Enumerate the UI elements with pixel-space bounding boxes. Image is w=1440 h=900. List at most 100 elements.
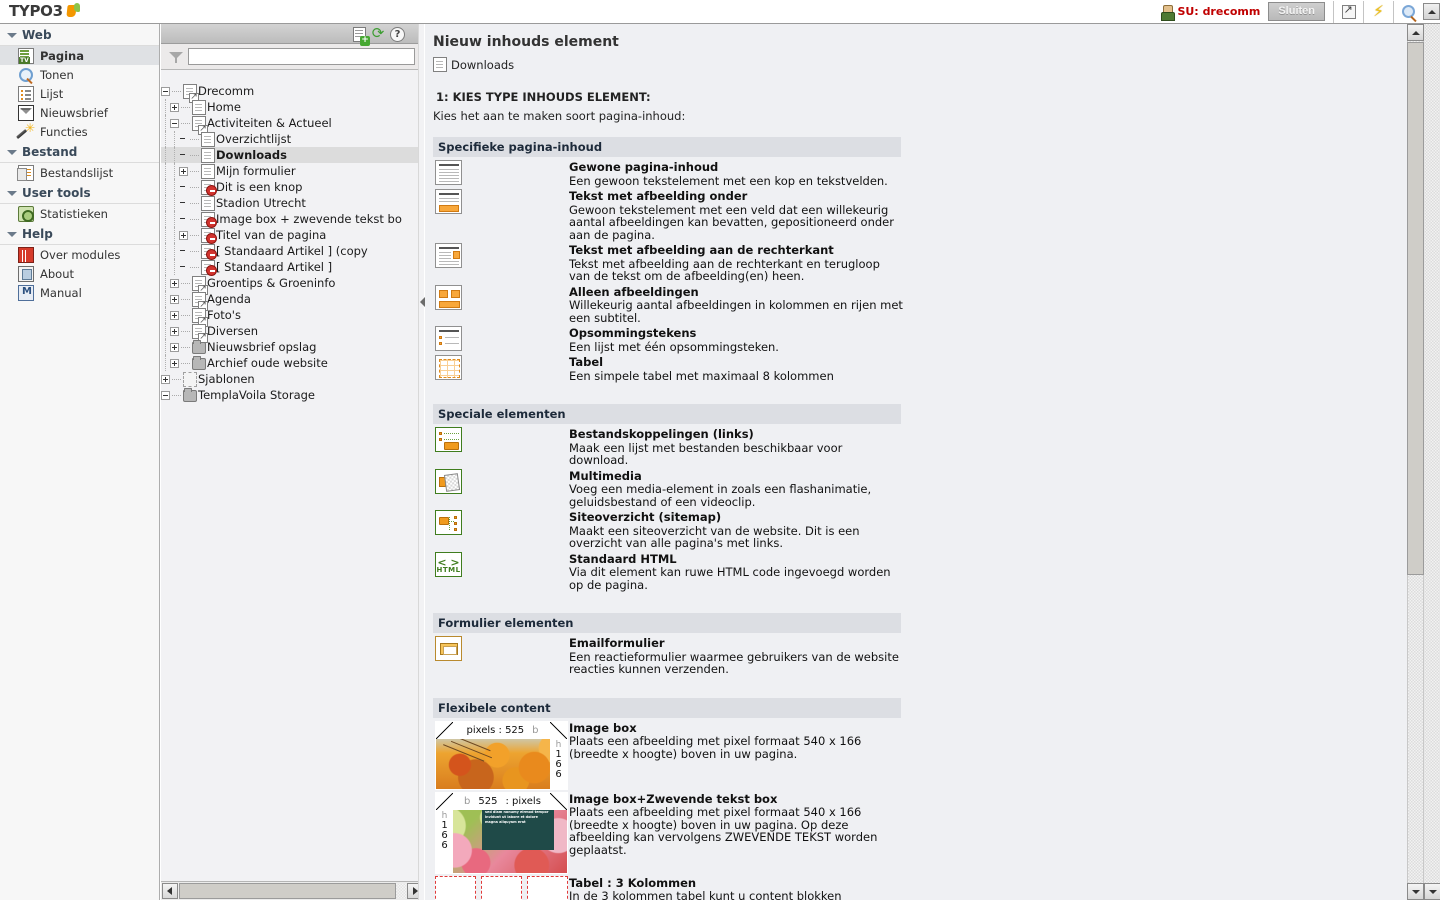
sidebar-item-bestandslijst[interactable]: Bestandslijst: [0, 163, 159, 182]
content-element-option[interactable]: Alleen afbeeldingen Willekeurig aantal af…: [433, 284, 1400, 325]
sidebar-item-manual[interactable]: Manual: [0, 283, 159, 302]
sidebar-item-about[interactable]: About: [0, 264, 159, 283]
content-element-option[interactable]: amet, consectetur adipiscing elit, sed d…: [433, 791, 1400, 874]
tree-node[interactable]: Home: [161, 99, 423, 115]
content-element-icon-cell[interactable]: [433, 189, 569, 214]
content-element-icon-cell[interactable]: amet, consectetur adipiscing elit, sed d…: [433, 791, 569, 874]
tree-node[interactable]: [ Standaard Artikel ]: [161, 259, 423, 276]
module-group-bestand[interactable]: Bestand: [0, 141, 159, 163]
content-element-name[interactable]: Tabel : 3 Kolommen: [569, 876, 904, 890]
tree-node[interactable]: Mijn formulier: [161, 163, 423, 179]
sidebar-item-over-modules[interactable]: Over modules: [0, 245, 159, 264]
tree-node[interactable]: Image box + zwevende tekst bo: [161, 211, 423, 228]
collapse-icon[interactable]: [161, 86, 170, 96]
content-element-icon-cell[interactable]: < > HTML: [433, 551, 569, 577]
content-element-option[interactable]: Opsommingstekens Een lijst met één opsomm…: [433, 326, 1400, 353]
tree-node[interactable]: Nieuwsbrief opslag: [161, 339, 423, 355]
content-element-option[interactable]: Siteoverzicht (sitemap) Maakt een siteove…: [433, 510, 1400, 550]
content-element-name[interactable]: Image box+Zwevende tekst box: [569, 792, 904, 806]
tree-node[interactable]: Agenda: [161, 291, 423, 311]
content-element-icon-cell[interactable]: pixels : 525 b h 1 6 6: [433, 720, 569, 790]
scroll-down-arrow-outer-icon[interactable]: [1424, 883, 1440, 900]
content-element-option[interactable]: Tekst met afbeelding onder Gewoon tekstel…: [433, 189, 1400, 241]
page-tree-horizontal-scrollbar[interactable]: [161, 881, 423, 900]
refresh-icon[interactable]: ⟳: [369, 24, 387, 43]
content-element-option[interactable]: Emailformulier Een reactieformulier waarm…: [433, 636, 1400, 676]
content-element-icon-cell[interactable]: [433, 284, 569, 310]
content-vertical-scrollbar[interactable]: [1400, 24, 1440, 900]
module-group-web[interactable]: Web: [0, 24, 159, 46]
module-group-user-tools[interactable]: User tools: [0, 182, 159, 204]
page-tree-filter-input[interactable]: [188, 48, 415, 65]
tree-node[interactable]: [ Standaard Artikel ] (copy: [161, 243, 423, 260]
content-element-name[interactable]: Tekst met afbeelding aan de rechterkant: [569, 244, 904, 257]
content-element-icon-cell[interactable]: [433, 427, 569, 452]
page-tree-nodes[interactable]: Drecomm Home Activiteiten & Actueel Overzic…: [161, 71, 423, 881]
content-element-option[interactable]: < > HTML Standaard HTML Via dit element kan…: [433, 551, 1400, 592]
content-element-name[interactable]: Multimedia: [569, 469, 904, 483]
logout-button[interactable]: Sluiten: [1268, 2, 1325, 21]
new-page-icon[interactable]: [353, 26, 370, 46]
content-element-icon-cell[interactable]: [433, 636, 569, 661]
expand-icon[interactable]: [170, 342, 179, 352]
scroll-down-arrow-icon[interactable]: [1407, 883, 1424, 900]
content-element-name[interactable]: Opsommingstekens: [569, 327, 779, 340]
content-element-name[interactable]: Image box: [569, 721, 904, 735]
collapse-icon[interactable]: [170, 118, 179, 128]
content-element-name[interactable]: Gewone pagina-inhoud: [569, 161, 888, 174]
expand-icon[interactable]: [170, 102, 179, 112]
content-element-icon-cell[interactable]: [433, 243, 569, 268]
collapse-up-icon[interactable]: [1423, 3, 1440, 20]
sidebar-item-functies[interactable]: Functies: [0, 121, 159, 141]
tree-node[interactable]: Activiteiten & Actueel: [161, 115, 423, 135]
collapse-icon[interactable]: [161, 390, 170, 400]
content-element-icon-cell[interactable]: [433, 355, 569, 380]
lightning-bolt-icon[interactable]: ⚡: [1366, 1, 1391, 23]
content-element-icon-cell[interactable]: [433, 468, 569, 494]
content-element-option[interactable]: Tabel Een simpele tabel met maximaal 8 ko…: [433, 355, 1400, 382]
tree-node[interactable]: Foto's: [161, 307, 423, 327]
tree-node[interactable]: Titel van de pagina: [161, 227, 423, 244]
sidebar-item-lijst[interactable]: Lijst: [0, 84, 159, 103]
expand-icon[interactable]: [170, 278, 179, 288]
tree-node[interactable]: TemplaVoila Storage: [161, 387, 423, 403]
expand-icon[interactable]: [170, 310, 179, 320]
content-element-option[interactable]: Gewone pagina-inhoud Een gewoon tekstelem…: [433, 160, 1400, 187]
vscroll-thumb[interactable]: [1407, 42, 1424, 575]
content-element-name[interactable]: Alleen afbeeldingen: [569, 285, 904, 299]
sidebar-item-pagina[interactable]: Pagina: [0, 46, 159, 65]
search-icon[interactable]: [1396, 1, 1421, 23]
hscroll-thumb[interactable]: [179, 883, 396, 899]
content-element-name[interactable]: Standaard HTML: [569, 552, 904, 566]
tree-node[interactable]: Stadion Utrecht: [161, 195, 423, 211]
help-icon[interactable]: ?: [390, 27, 405, 42]
tree-node[interactable]: Diversen: [161, 323, 423, 343]
content-element-icon-cell[interactable]: [433, 510, 569, 535]
content-element-option[interactable]: pixels : 525 b h 1 6 6 Image box Plaats een afb…: [433, 720, 1400, 790]
tree-node[interactable]: Groentips & Groeninfo: [161, 275, 423, 295]
content-element-option[interactable]: Multimedia Voeg een media-element in zoal…: [433, 468, 1400, 509]
expand-icon[interactable]: [170, 358, 179, 368]
content-element-name[interactable]: Tekst met afbeelding onder: [569, 190, 904, 203]
content-element-option[interactable]: Tabel : 3 Kolommen In de 3 kolommen tabel…: [433, 875, 1400, 900]
tree-node[interactable]: Overzichtlijst: [161, 131, 423, 147]
content-element-icon-cell[interactable]: [433, 160, 569, 185]
hscroll-track[interactable]: [179, 883, 406, 899]
content-element-name[interactable]: Tabel: [569, 356, 834, 369]
expand-icon[interactable]: [179, 230, 188, 240]
tree-node[interactable]: Downloads: [161, 147, 423, 163]
expand-icon[interactable]: [170, 294, 179, 304]
expand-icon[interactable]: [179, 166, 188, 176]
sidebar-item-statistieken[interactable]: Statistieken: [0, 204, 159, 223]
content-element-option[interactable]: Tekst met afbeelding aan de rechterkant T…: [433, 243, 1400, 283]
content-element-option[interactable]: Bestandskoppelingen (links) Maak een lijs…: [433, 427, 1400, 467]
tree-node[interactable]: Drecomm: [161, 83, 423, 103]
sidebar-item-tonen[interactable]: Tonen: [0, 65, 159, 84]
scroll-up-arrow-icon[interactable]: [1407, 24, 1424, 41]
expand-icon[interactable]: [161, 374, 170, 384]
scroll-left-arrow-icon[interactable]: [162, 883, 178, 899]
sidebar-item-nieuwsbrief[interactable]: Nieuwsbrief: [0, 103, 159, 122]
content-element-icon-cell[interactable]: [433, 875, 569, 900]
tree-node[interactable]: Dit is een knop: [161, 179, 423, 196]
module-group-help[interactable]: Help: [0, 223, 159, 245]
